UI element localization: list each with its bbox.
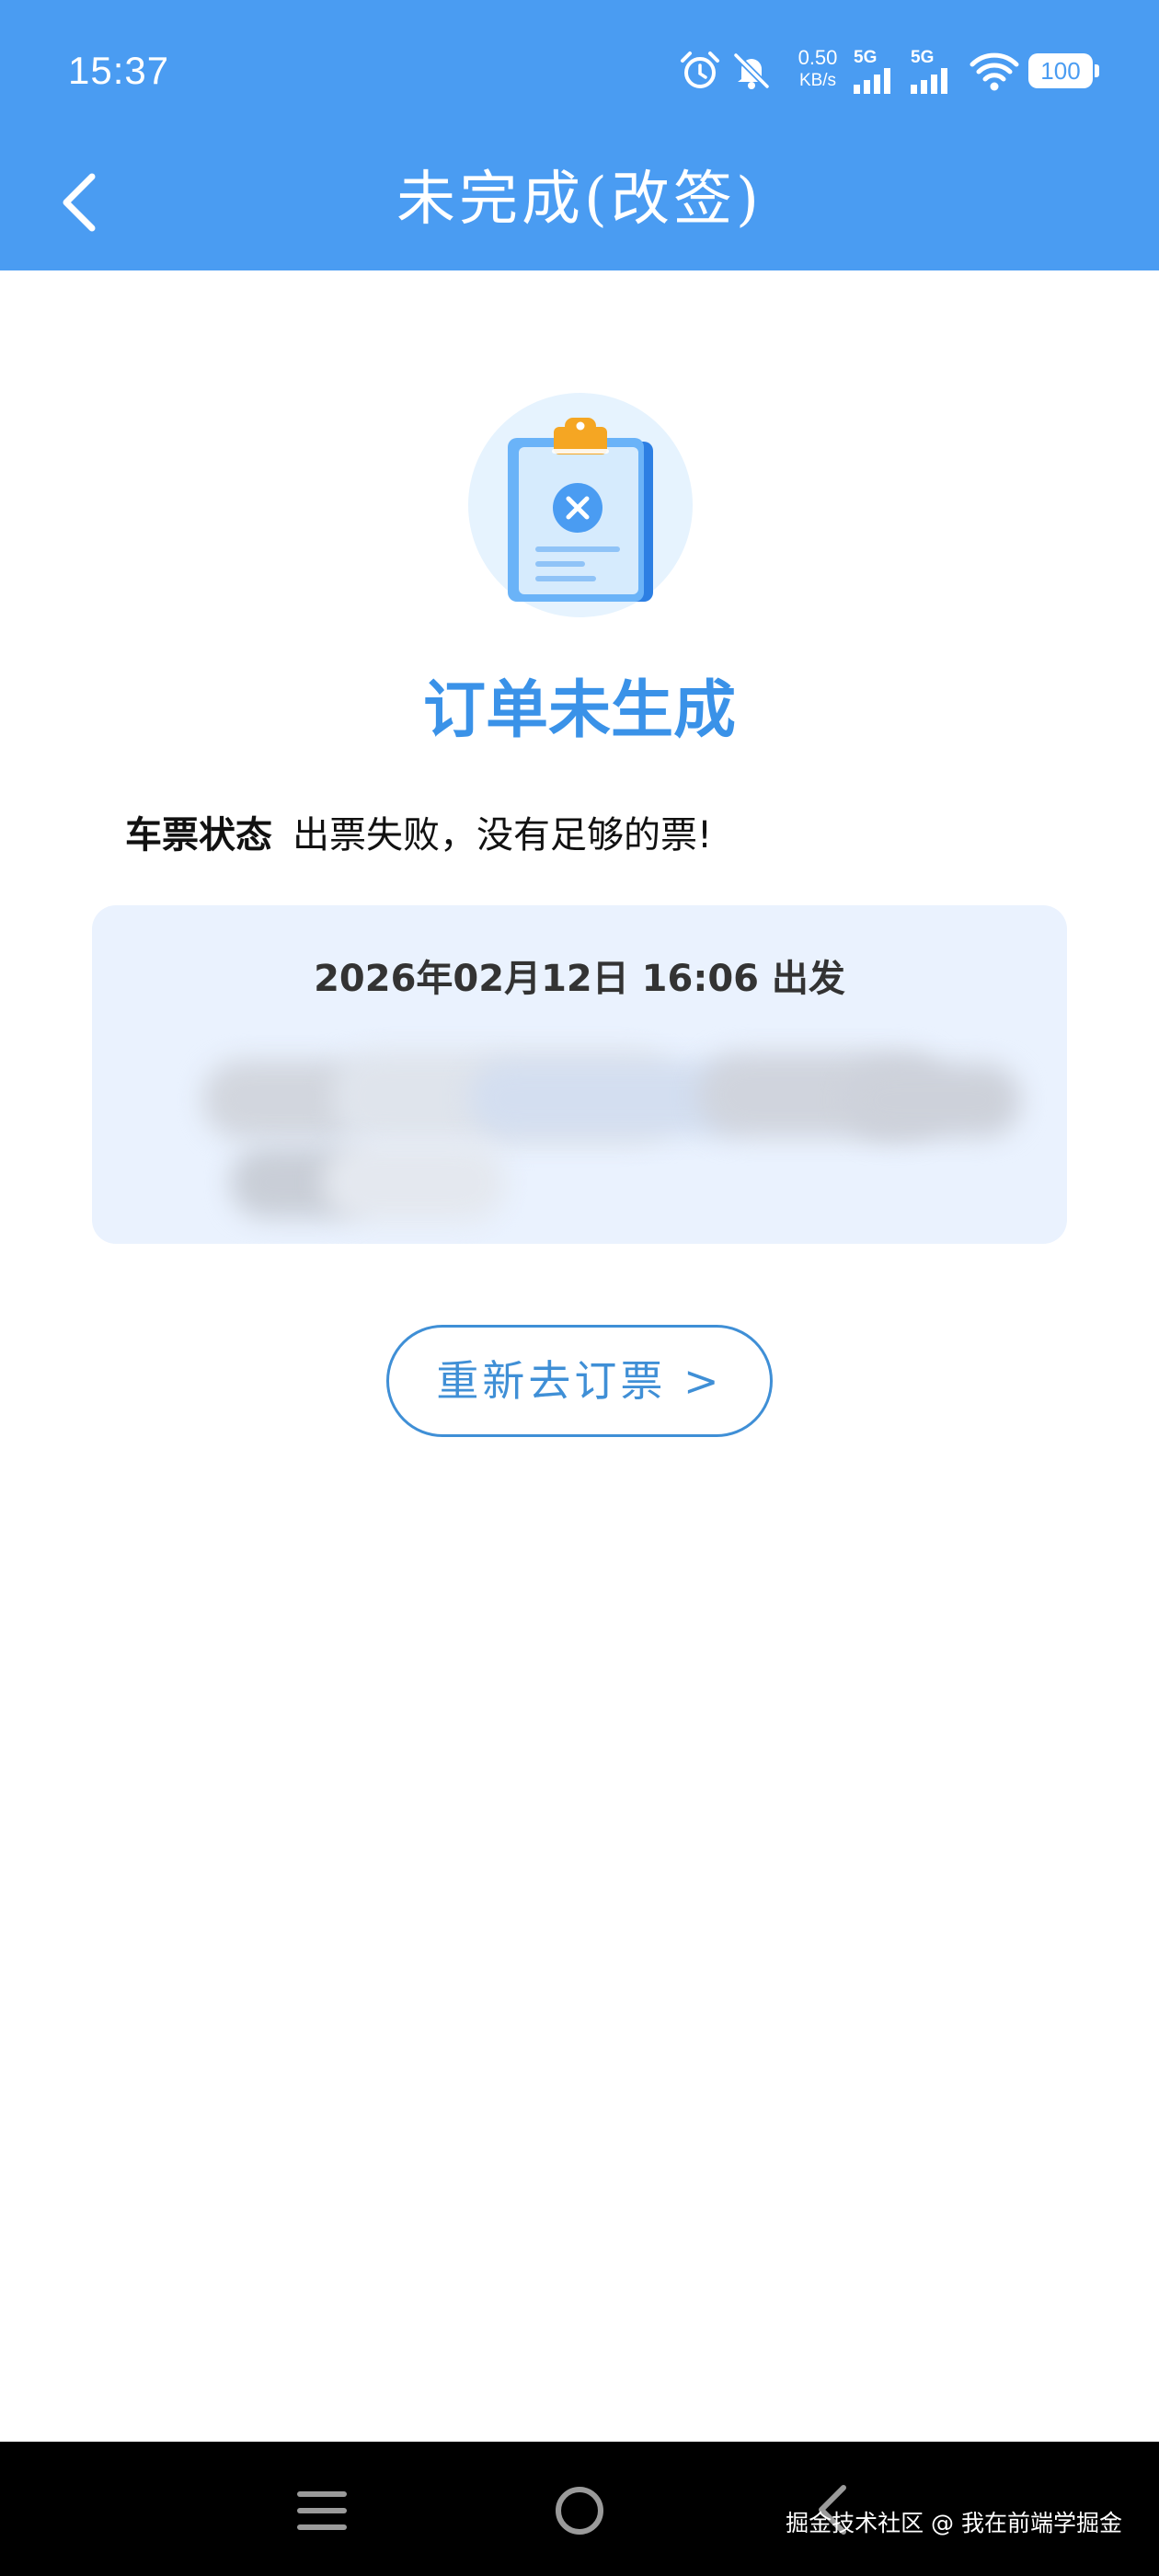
sim1-label: 5G [854,48,878,67]
rebook-button[interactable]: 重新去订票 > [386,1325,773,1437]
page-title: 未完成(改签) [396,166,763,234]
status-icons: 0.50 KB/s 5G 5G 100 [679,42,1102,101]
bell-off-icon [733,52,770,89]
signal-icon [854,68,890,94]
ticket-status-label: 车票状态 [125,814,272,857]
trip-card: 2026年02月12日 16:06 出发 [92,905,1067,1244]
alarm-icon [681,52,719,88]
nav-bar: 未完成(改签) [0,147,1159,270]
back-button[interactable] [48,156,140,248]
sim2-label: 5G [911,48,935,67]
ticket-status-value: 出票失败，没有足够的票! [293,814,713,857]
system-nav-bar: 掘金技术社区 @ 我在前端学掘金 [0,2442,1159,2576]
home-icon[interactable] [538,2469,621,2552]
battery-icon: 100 [1028,53,1099,88]
departure-time: 2026年02月12日 16:06 出发 [314,958,845,1000]
result-title: 订单未生成 [422,674,736,747]
chevron-left-icon [63,173,96,232]
status-time: 15:37 [68,49,170,92]
status-bar: 15:37 0.50 KB/s 5G 5G 100 [0,0,1159,147]
network-speed: 0.50 KB/s [798,46,838,90]
signal-icon [911,68,947,94]
menu-icon[interactable] [281,2469,363,2552]
app-header: 15:37 0.50 KB/s 5G 5G 100 未完成(改签) [0,0,1159,270]
wifi-icon [970,52,1019,91]
ticket-status: 车票状态 出票失败，没有足够的票! [125,806,712,865]
watermark: 掘金技术社区 @ 我在前端学掘金 [786,2510,1122,2536]
clipboard-failed-icon [468,393,693,617]
